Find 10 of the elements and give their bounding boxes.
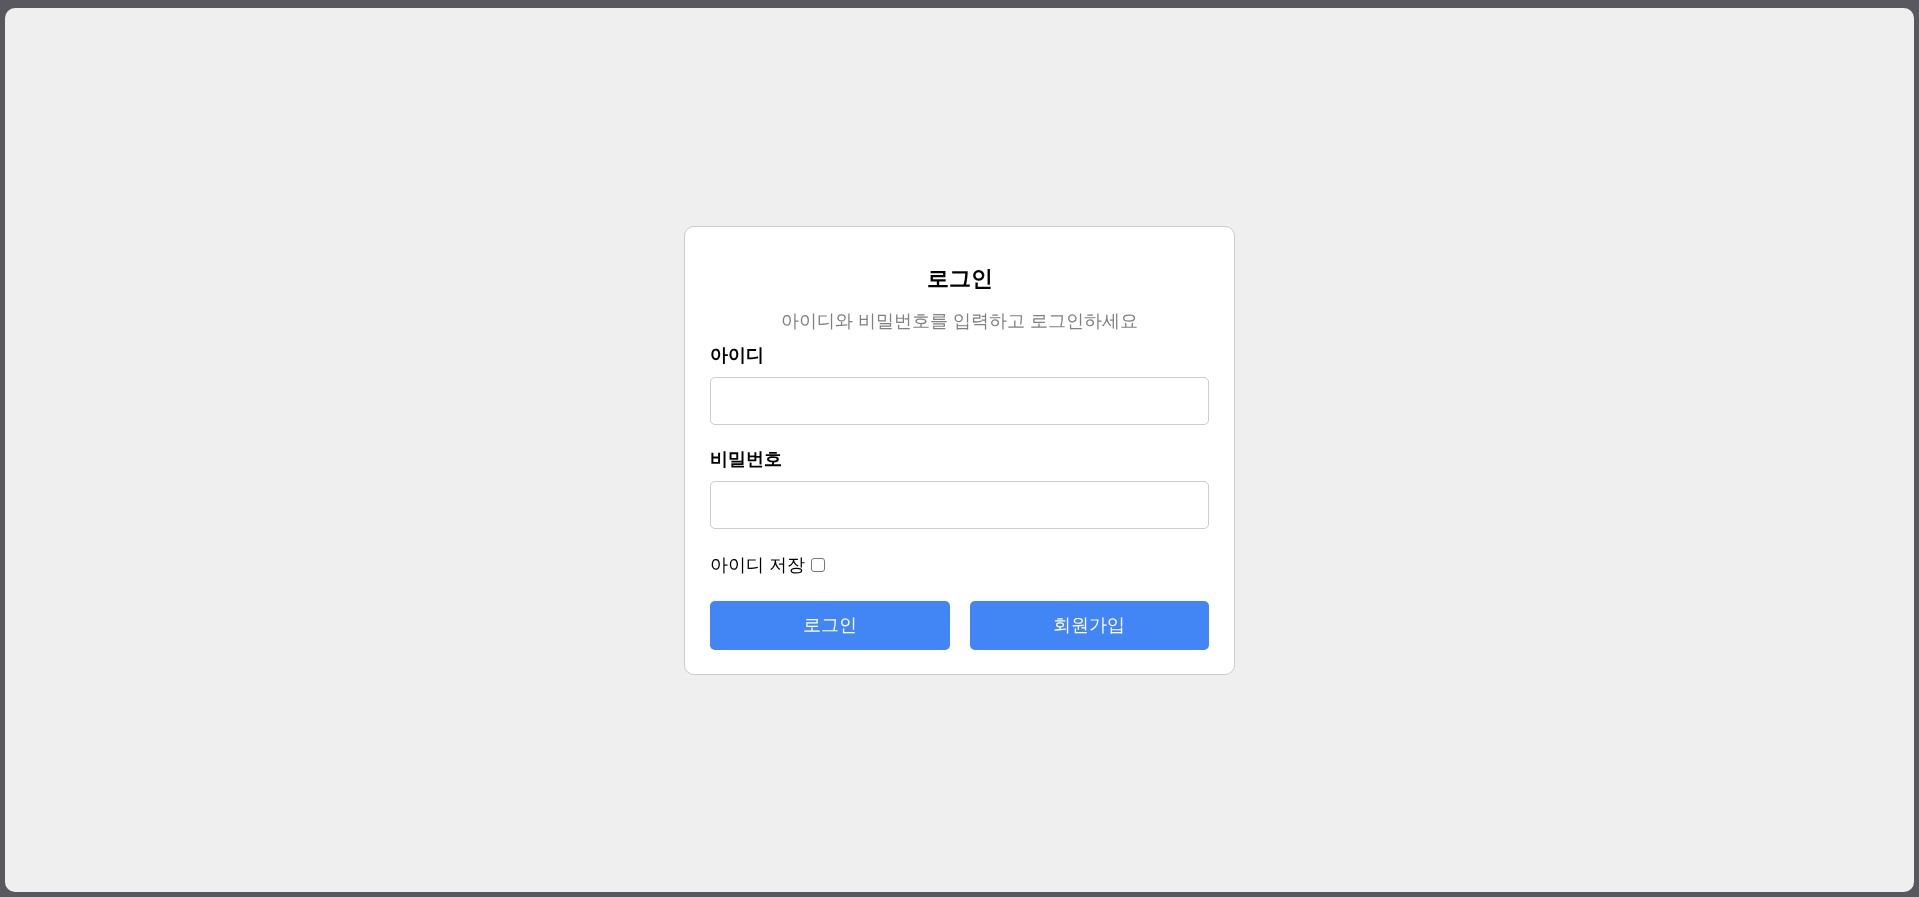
card-subtitle: 아이디와 비밀번호를 입력하고 로그인하세요 [781,309,1138,333]
input-field[interactable] [710,480,1209,529]
remember-label: 아이디 저장 [710,553,805,577]
login-button[interactable]: 로그인 [710,600,950,650]
card-title: 로그인 [926,264,993,293]
remember-checkbox[interactable] [811,557,825,572]
field-label: 비밀번호 [710,447,782,471]
input-field[interactable] [710,376,1209,425]
field-label: 아이디 [710,343,764,367]
signup-button[interactable]: 회원가입 [969,600,1209,650]
